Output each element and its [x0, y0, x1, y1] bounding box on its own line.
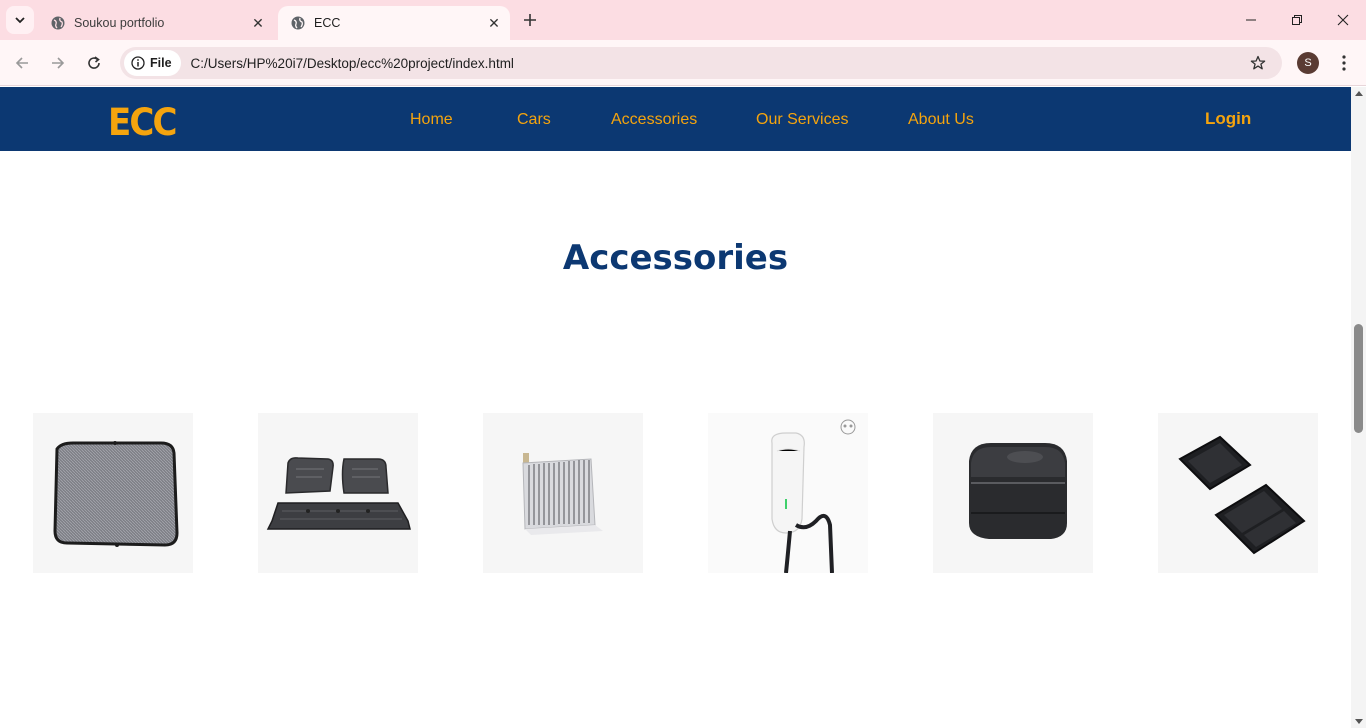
- tab-soukou-portfolio[interactable]: Soukou portfolio ✕: [38, 6, 274, 40]
- globe-icon: [50, 15, 66, 31]
- product-card[interactable]: [933, 413, 1093, 573]
- new-tab-button[interactable]: [518, 8, 542, 32]
- section-title: Accessories: [562, 238, 789, 278]
- page-scrollbar[interactable]: [1351, 87, 1366, 728]
- reload-icon: [88, 56, 100, 69]
- scroll-up-arrow-icon[interactable]: [1355, 91, 1363, 96]
- tab-ecc[interactable]: ECC ✕: [278, 6, 510, 40]
- cabin-air-filter-icon: [522, 453, 603, 535]
- product-card[interactable]: [1158, 413, 1318, 573]
- reload-button[interactable]: [80, 49, 108, 77]
- browser-tab-strip: Soukou portfolio ✕ ECC ✕: [0, 0, 1366, 40]
- storage-box-icon: [969, 443, 1067, 539]
- console-trays-icon: [1178, 435, 1306, 555]
- forward-button[interactable]: [44, 49, 72, 77]
- address-bar[interactable]: File C:/Users/HP%20i7/Desktop/ecc%20proj…: [120, 47, 1282, 79]
- close-icon[interactable]: ✕: [248, 13, 268, 33]
- restore-button[interactable]: [1274, 0, 1320, 40]
- tab-search-button[interactable]: [6, 6, 34, 34]
- browser-toolbar: File C:/Users/HP%20i7/Desktop/ecc%20proj…: [0, 40, 1366, 86]
- close-window-button[interactable]: [1320, 0, 1366, 40]
- login-link[interactable]: Login: [1205, 109, 1251, 129]
- close-icon: [1337, 14, 1349, 26]
- profile-avatar[interactable]: S: [1297, 52, 1319, 74]
- plus-icon: [524, 14, 536, 26]
- nav-link-about-us[interactable]: About Us: [908, 111, 974, 129]
- bookmark-button[interactable]: [1244, 49, 1272, 77]
- nav-link-home[interactable]: Home: [410, 111, 453, 129]
- arrow-left-icon: [15, 57, 28, 69]
- arrow-right-icon: [52, 57, 65, 69]
- scroll-down-arrow-icon[interactable]: [1355, 719, 1363, 724]
- product-card[interactable]: [258, 413, 418, 573]
- more-vertical-icon: [1342, 55, 1346, 71]
- wall-charger-icon: [771, 419, 856, 573]
- url-text[interactable]: C:/Users/HP%20i7/Desktop/ecc%20project/i…: [191, 56, 1244, 71]
- tab-title: ECC: [314, 16, 341, 30]
- minimize-icon: [1246, 19, 1256, 21]
- page-viewport: ECC Home Cars Accessories Our Services A…: [0, 87, 1366, 728]
- product-card[interactable]: [483, 413, 643, 573]
- sunshade-icon: [53, 441, 179, 547]
- nav-link-our-services[interactable]: Our Services: [756, 111, 848, 129]
- site-info-chip[interactable]: File: [124, 50, 181, 76]
- product-card[interactable]: [708, 413, 868, 573]
- nav-link-accessories[interactable]: Accessories: [611, 111, 697, 129]
- back-button[interactable]: [8, 49, 36, 77]
- globe-icon: [290, 15, 306, 31]
- floor-mats-icon: [266, 457, 411, 530]
- tab-title: Soukou portfolio: [74, 16, 165, 30]
- info-icon: [131, 56, 145, 70]
- close-icon[interactable]: ✕: [484, 13, 504, 33]
- restore-icon: [1292, 15, 1302, 25]
- minimize-button[interactable]: [1228, 0, 1274, 40]
- chevron-down-icon: [15, 17, 25, 24]
- site-logo[interactable]: ECC: [108, 101, 178, 144]
- star-icon: [1250, 55, 1266, 70]
- site-navbar: ECC Home Cars Accessories Our Services A…: [0, 87, 1351, 151]
- browser-menu-button[interactable]: [1332, 49, 1356, 77]
- scrollbar-thumb[interactable]: [1354, 324, 1363, 433]
- scheme-label: File: [150, 56, 172, 70]
- product-card[interactable]: [33, 413, 193, 573]
- nav-link-cars[interactable]: Cars: [517, 111, 551, 129]
